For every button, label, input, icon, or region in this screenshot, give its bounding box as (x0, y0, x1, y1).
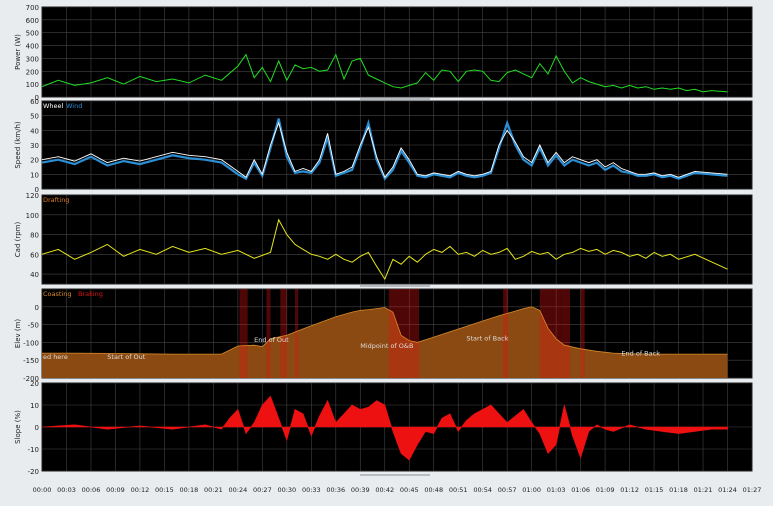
panel-splitter (360, 98, 430, 100)
time-tick-label: 01:00 (522, 486, 541, 494)
braking-band (239, 289, 248, 378)
time-tick-label: 00:36 (326, 486, 345, 494)
time-tick-label: 01:21 (694, 486, 713, 494)
speed-tick-label: 40 (30, 127, 39, 135)
power-tick-label: 500 (26, 30, 39, 38)
time-tick-label: 00:21 (204, 486, 223, 494)
time-tick-label: 00:57 (498, 486, 517, 494)
time-tick-label: 00:33 (302, 486, 321, 494)
elevation-axis-label: Elev (m) (14, 319, 22, 349)
time-tick-label: 00:03 (57, 486, 76, 494)
braking-band (539, 289, 561, 378)
elevation-annotation: Start of Out (107, 353, 146, 361)
slope-tick-label: -20 (28, 468, 39, 476)
time-tick-label: 00:51 (449, 486, 468, 494)
time-tick-label: 00:42 (375, 486, 394, 494)
elevation-tick-label: -150 (23, 357, 39, 365)
elevation-tick-label: -50 (28, 322, 39, 330)
elevation-annotation: End of Out (254, 336, 289, 344)
cadence-legend-item: Drafting (43, 196, 69, 204)
power-tick-label: 200 (26, 68, 39, 76)
elevation-annotation: ed here (43, 353, 68, 361)
panel-splitter (360, 285, 430, 287)
time-tick-label: 01:06 (571, 486, 590, 494)
speed-legend-item: Wind (66, 102, 82, 110)
time-tick-label: 01:27 (743, 486, 762, 494)
slope-axis-label: Slope (%) (14, 410, 22, 444)
time-tick-label: 00:45 (400, 486, 419, 494)
time-tick-label: 01:24 (718, 486, 737, 494)
slope-tick-label: -10 (28, 446, 39, 454)
time-tick-label: 00:09 (106, 486, 125, 494)
elevation-legend-item: Braking (78, 290, 103, 298)
cadence-axis-label: Cad (rpm) (14, 222, 22, 258)
elevation-tick-label: 0 (35, 304, 39, 312)
time-tick-label: 00:15 (155, 486, 174, 494)
speed-legend-item: Wheel (43, 102, 64, 110)
braking-band (560, 289, 571, 378)
elevation-annotation: Start of Back (466, 335, 508, 343)
time-tick-label: 01:09 (596, 486, 615, 494)
speed-axis-label: Speed (km/h) (14, 121, 22, 169)
cadence-tick-label: 60 (30, 251, 39, 259)
cadence-panel (41, 194, 753, 285)
ride-analysis-window: 700 600 500 400 300 200 100 0 Power (W) 60 50 40 30 2… (0, 0, 773, 502)
speed-tick-label: 10 (30, 171, 39, 179)
elevation-tick-label: -100 (23, 339, 39, 347)
time-tick-label: 00:27 (253, 486, 272, 494)
braking-band (401, 289, 420, 378)
time-tick-label: 00:12 (131, 486, 150, 494)
braking-band (580, 289, 585, 378)
time-tick-label: 00:48 (424, 486, 443, 494)
elevation-legend-item: Coasting (43, 290, 72, 298)
cadence-tick-label: 100 (26, 212, 39, 220)
braking-band (294, 289, 299, 378)
time-tick-label: 00:54 (473, 486, 492, 494)
time-tick-label: 00:39 (351, 486, 370, 494)
power-tick-label: 600 (26, 17, 39, 25)
speed-tick-label: 30 (30, 142, 39, 150)
braking-band (503, 289, 508, 378)
cadence-tick-label: 80 (30, 232, 39, 240)
elevation-annotation: Midpoint of O&B (360, 342, 413, 350)
time-tick-label: 01:15 (645, 486, 664, 494)
time-tick-label: 00:30 (277, 486, 296, 494)
time-tick-label: 00:00 (33, 486, 52, 494)
power-tick-label: 700 (26, 4, 39, 12)
power-axis-label: Power (W) (14, 34, 22, 70)
ride-charts: 7006005004003002001000Power (W)605040302… (14, 4, 762, 494)
power-tick-label: 300 (26, 55, 39, 63)
time-tick-label: 01:18 (669, 486, 688, 494)
time-tick-label: 01:12 (620, 486, 639, 494)
slope-tick-label: 0 (35, 424, 39, 432)
slope-tick-label: 10 (30, 402, 39, 410)
time-tick-label: 00:06 (82, 486, 101, 494)
time-tick-label: 00:24 (228, 486, 247, 494)
cadence-tick-label: 120 (26, 192, 39, 200)
braking-band (280, 289, 287, 378)
power-tick-label: 100 (26, 81, 39, 89)
time-tick-label: 00:18 (180, 486, 199, 494)
braking-band (388, 289, 402, 378)
power-tick-label: 400 (26, 43, 39, 51)
braking-band (266, 289, 271, 378)
time-tick-label: 01:03 (547, 486, 566, 494)
power-panel (41, 6, 753, 98)
speed-tick-label: 50 (30, 113, 39, 121)
elevation-annotation: End of Back (621, 350, 660, 358)
slope-tick-label: 20 (30, 380, 39, 388)
cadence-tick-label: 40 (30, 271, 39, 279)
speed-tick-label: 20 (30, 157, 39, 165)
speed-tick-label: 60 (30, 98, 39, 106)
panel-splitter (360, 474, 430, 476)
